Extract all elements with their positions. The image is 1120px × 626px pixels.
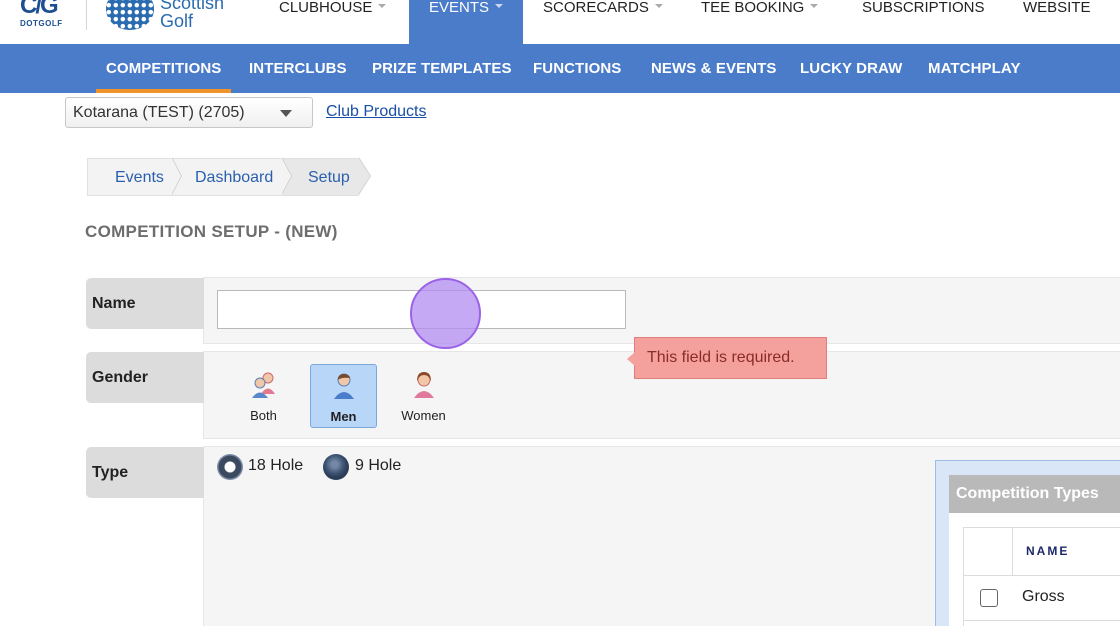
caret-down-icon (654, 4, 663, 8)
logo-divider (86, 0, 87, 30)
nav-events-label: EVENTS (429, 0, 490, 16)
type-18-hole-radio[interactable] (217, 454, 243, 480)
row-divider (964, 620, 1120, 621)
table-header-row: NAME (964, 528, 1120, 576)
competition-types-table: NAME Gross (963, 527, 1120, 626)
nav-clubhouse-label: CLUBHOUSE (279, 0, 373, 16)
club-select[interactable]: Kotarana (TEST) (2705) (65, 97, 313, 128)
scottish-golf-logo[interactable]: Scottish Golf (106, 0, 246, 32)
subnav-prize-templates[interactable]: PRIZE TEMPLATES (372, 44, 512, 93)
nav-events[interactable]: EVENTS (409, 0, 523, 44)
gender-option-both-label: Both (250, 408, 277, 423)
top-navigation: C/G DOTGOLF Scottish Golf CLUBHOUSE EVEN… (0, 0, 1120, 44)
page-title: COMPETITION SETUP - (NEW) (85, 222, 338, 241)
woman-icon (409, 370, 439, 400)
column-divider (1012, 528, 1013, 576)
dotgolf-logo-text: DOTGOLF (20, 19, 63, 28)
dotgolf-logo[interactable]: C/G DOTGOLF (20, 0, 70, 34)
name-label: Name (86, 278, 204, 329)
breadcrumb-separator-fill (281, 157, 291, 195)
gender-option-both[interactable]: Both (230, 364, 297, 428)
breadcrumb-events[interactable]: Events (87, 158, 173, 196)
gender-option-women[interactable]: Women (390, 364, 457, 428)
dropdown-arrow-icon (280, 110, 292, 117)
gender-option-men-label: Men (330, 409, 357, 424)
competition-setup-page: C/G DOTGOLF Scottish Golf CLUBHOUSE EVEN… (0, 0, 1120, 626)
caret-down-icon (810, 4, 819, 8)
nav-website-label: WEBSITE (1023, 0, 1091, 16)
subnav-news-events[interactable]: NEWS & EVENTS (651, 44, 776, 93)
name-required-tooltip: This field is required. (627, 337, 827, 379)
gender-label: Gender (86, 352, 204, 403)
scottish-golf-line2: Golf (160, 11, 194, 31)
club-select-value: Kotarana (TEST) (2705) (73, 104, 245, 121)
click-indicator (410, 278, 481, 349)
gross-label: Gross (1022, 588, 1065, 605)
name-required-message: This field is required. (647, 349, 795, 366)
breadcrumb-separator-fill (171, 157, 181, 195)
gross-checkbox[interactable] (980, 589, 998, 607)
nav-subscriptions[interactable]: SUBSCRIPTIONS (862, 0, 985, 44)
subnav-competitions[interactable]: COMPETITIONS (96, 44, 232, 93)
type-label: Type (86, 447, 204, 498)
type-9-hole-radio[interactable] (323, 454, 349, 480)
caret-down-icon (378, 4, 387, 8)
gender-option-men[interactable]: Men (310, 364, 377, 428)
both-genders-icon (249, 370, 279, 400)
breadcrumb-dashboard[interactable]: Dashboard (173, 158, 283, 196)
dotgolf-logo-mark: C/G (20, 0, 59, 19)
subnav-interclubs[interactable]: INTERCLUBS (249, 44, 347, 93)
gender-option-women-label: Women (401, 408, 446, 423)
breadcrumb-setup[interactable]: Setup (283, 158, 359, 196)
tooltip-pointer (627, 352, 635, 366)
sub-navigation: COMPETITIONS INTERCLUBS PRIZE TEMPLATES … (0, 44, 1120, 93)
column-header-name[interactable]: NAME (1026, 544, 1069, 558)
nav-subscriptions-label: SUBSCRIPTIONS (862, 0, 985, 16)
nav-website[interactable]: WEBSITE (1023, 0, 1091, 44)
club-products-link[interactable]: Club Products (326, 103, 427, 121)
caret-down-icon (495, 4, 504, 8)
competition-types-title: Competition Types (949, 475, 1120, 513)
nav-scorecards-label: SCORECARDS (543, 0, 649, 16)
subnav-functions[interactable]: FUNCTIONS (533, 44, 621, 93)
nav-tee-booking[interactable]: TEE BOOKING (701, 0, 819, 44)
nav-scorecards[interactable]: SCORECARDS (543, 0, 663, 44)
subnav-lucky-draw[interactable]: LUCKY DRAW (800, 44, 902, 93)
nav-tee-booking-label: TEE BOOKING (701, 0, 805, 16)
breadcrumb-end-fill (358, 157, 370, 195)
man-icon (329, 371, 359, 401)
golf-ball-globe-icon (106, 0, 154, 30)
type-18-hole-label[interactable]: 18 Hole (248, 457, 303, 475)
nav-clubhouse[interactable]: CLUBHOUSE (279, 0, 387, 44)
subnav-matchplay[interactable]: MATCHPLAY (928, 44, 1021, 93)
type-9-hole-label[interactable]: 9 Hole (355, 457, 401, 475)
